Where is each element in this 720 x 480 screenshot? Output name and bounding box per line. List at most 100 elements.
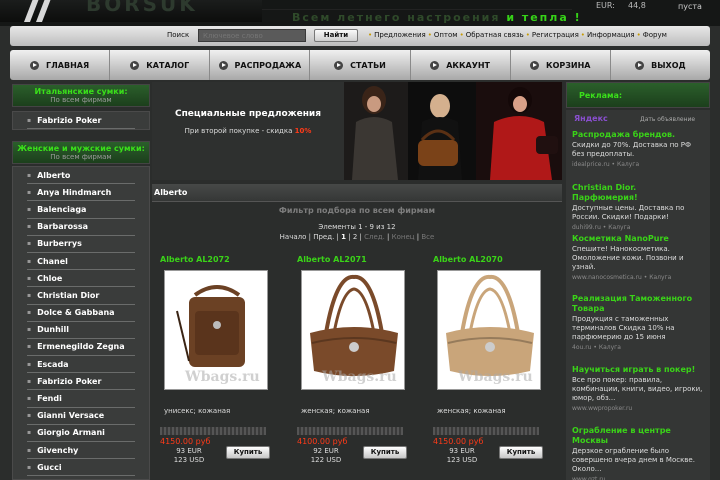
- ad-title[interactable]: Ограбление в центре Москвы: [572, 426, 704, 446]
- nav-arrow-icon: [218, 60, 228, 70]
- price-separator: [160, 427, 266, 435]
- ad-url[interactable]: duhi99.ru • Калуга: [572, 224, 704, 231]
- ad-url[interactable]: www.wwpropoker.ru: [572, 405, 704, 412]
- brand-label: Dunhill: [37, 325, 70, 335]
- brand-item[interactable]: ▪ Balenciaga: [27, 201, 135, 219]
- search-button[interactable]: Найти: [314, 29, 358, 42]
- ad-url[interactable]: idealprice.ru • Калуга: [572, 161, 704, 168]
- nav-arrow-icon: [30, 60, 40, 70]
- top-link[interactable]: Форум: [643, 31, 667, 39]
- ad-title[interactable]: Christian Dior. Парфюмерия!: [572, 183, 704, 203]
- product-name[interactable]: Alberto AL2072: [160, 255, 280, 264]
- ad-url[interactable]: www.gzt.ru: [572, 476, 704, 480]
- brand-label: Gucci: [37, 462, 62, 472]
- search-bar: Поиск Найти •Предложения•Оптом•Обратная …: [10, 26, 710, 46]
- search-input[interactable]: [198, 29, 306, 42]
- product-name[interactable]: Alberto AL2070: [433, 255, 553, 264]
- womens-bags-subtitle[interactable]: По всем фирмам: [13, 153, 149, 161]
- product-photo[interactable]: Wbags.ru: [437, 270, 541, 390]
- top-link[interactable]: Оптом: [434, 31, 458, 39]
- brand-label: Dolce & Gabbana: [37, 308, 115, 318]
- product-photo[interactable]: Wbags.ru: [164, 270, 268, 390]
- ad-title[interactable]: Научиться играть в покер!: [572, 365, 704, 375]
- ad-block[interactable]: Ограбление в центре Москвы Дерзкое ограбл…: [572, 426, 704, 480]
- watermark: Wbags.ru: [458, 369, 533, 385]
- ad-block[interactable]: Реализация Таможенного Товара Продукция с…: [572, 294, 704, 351]
- ad-title[interactable]: Косметика NanoPure: [572, 234, 704, 244]
- brand-item[interactable]: ▪ Barbarossa: [27, 219, 135, 236]
- pager-first[interactable]: Начало: [280, 233, 307, 241]
- price-rub: 4100.00 руб: [297, 437, 348, 446]
- nav-item[interactable]: СТАТЬИ: [310, 50, 411, 80]
- top-link[interactable]: Предложения: [374, 31, 426, 39]
- bullet-arrow-icon: ▪: [27, 291, 32, 299]
- brand-item[interactable]: ▪ Dunhill: [27, 322, 135, 339]
- pager-last[interactable]: Конец: [392, 233, 415, 241]
- brand-filter-link[interactable]: Фильтр подбора по всем фирмам: [152, 206, 562, 215]
- pager-all[interactable]: Все: [421, 233, 434, 241]
- ad-block[interactable]: Распродажа брендов. Скидки до 70%. Достав…: [572, 130, 704, 168]
- ad-url[interactable]: 4ou.ru • Калуга: [572, 344, 704, 351]
- brand-item[interactable]: ▪ Gucci: [27, 459, 135, 477]
- watermark: Wbags.ru: [322, 369, 397, 385]
- pager-page-1: 1: [341, 233, 346, 241]
- nav-item[interactable]: КАТАЛОГ: [110, 50, 211, 80]
- brand-item[interactable]: ▪ Givenchy: [27, 442, 135, 460]
- pager-page-2[interactable]: 2: [353, 233, 357, 241]
- brand-item[interactable]: ▪ Fabrizio Poker: [27, 373, 135, 391]
- price-eur: 92 EUR: [313, 447, 339, 455]
- ad-title[interactable]: Реализация Таможенного Товара: [572, 294, 704, 314]
- brand-item[interactable]: ▪ Gianni Versace: [27, 408, 135, 425]
- brand-item[interactable]: ▪ Chloe: [27, 270, 135, 288]
- nav-item[interactable]: КОРЗИНА: [511, 50, 611, 80]
- ad-url[interactable]: www.nanocosmetica.ru • Калуга: [572, 274, 704, 281]
- nav-item[interactable]: ВЫХОД: [611, 50, 710, 80]
- brand-item[interactable]: ▪ Christian Dior: [27, 287, 135, 305]
- banner-discount-text: При второй покупке - скидка: [184, 127, 293, 135]
- brand-label: Fabrizio Poker: [37, 115, 102, 125]
- ad-block[interactable]: Научиться играть в покер! Все про покер: …: [572, 365, 704, 412]
- ad-block[interactable]: Косметика NanoPure Спешите! Нанокосметика…: [572, 234, 704, 281]
- brand-item[interactable]: ▪ Alberto: [27, 167, 135, 185]
- bullet-arrow-icon: ▪: [27, 377, 32, 385]
- brand-item[interactable]: ▪ Chanel: [27, 253, 135, 271]
- special-offers-banner[interactable]: Специальные предложения При второй покуп…: [152, 82, 344, 180]
- bullet-arrow-icon: ▪: [27, 446, 32, 454]
- post-ad-link[interactable]: Дать объявление: [640, 116, 695, 123]
- product-photo[interactable]: Wbags.ru: [301, 270, 405, 390]
- top-link[interactable]: Регистрация: [532, 31, 579, 39]
- nav-arrow-icon: [635, 60, 645, 70]
- pager-next[interactable]: След.: [364, 233, 385, 241]
- banner-photo[interactable]: [344, 82, 562, 180]
- ad-body: Продукция с таможенных терминалов Скидка…: [572, 315, 675, 341]
- top-link[interactable]: Обратная связь: [466, 31, 524, 39]
- brand-item[interactable]: ▪ Burberrys: [27, 236, 135, 253]
- ad-title[interactable]: Распродажа брендов.: [572, 130, 704, 140]
- brand-item[interactable]: ▪ Giorgio Armani: [27, 425, 135, 442]
- product-name[interactable]: Alberto AL2071: [297, 255, 417, 264]
- brand-item[interactable]: ▪ Fabrizio Poker: [27, 112, 135, 130]
- nav-item[interactable]: ГЛАВНАЯ: [10, 50, 111, 80]
- yandex-direct-logo[interactable]: Яндекс: [574, 114, 608, 123]
- bullet-arrow-icon: ▪: [27, 171, 32, 179]
- brand-item[interactable]: ▪ Escada: [27, 356, 135, 374]
- pager-prev[interactable]: Пред.: [313, 233, 334, 241]
- brand-item[interactable]: ▪ Dolce & Gabbana: [27, 305, 135, 322]
- nav-arrow-icon: [430, 60, 440, 70]
- buy-button[interactable]: Купить: [226, 446, 270, 459]
- site-logo[interactable]: BORSUK: [0, 0, 262, 22]
- top-link[interactable]: Информация: [587, 31, 635, 39]
- banner-models-image: [344, 82, 562, 180]
- nav-item[interactable]: АККАУНТ: [411, 50, 511, 80]
- main-nav: ГЛАВНАЯ КАТАЛОГ РАСПРОДАЖА СТАТЬИ АККАУНТ КОР…: [10, 50, 710, 80]
- brand-item[interactable]: ▪ Fendi: [27, 390, 135, 408]
- buy-button[interactable]: Купить: [499, 446, 543, 459]
- brand-label: Chanel: [37, 256, 68, 266]
- nav-item[interactable]: РАСПРОДАЖА: [210, 50, 311, 80]
- brand-item[interactable]: ▪ Anya Hindmarch: [27, 184, 135, 202]
- buy-button[interactable]: Купить: [363, 446, 407, 459]
- ad-block[interactable]: Christian Dior. Парфюмерия! Доступные цен…: [572, 183, 704, 231]
- nav-label: ГЛАВНАЯ: [46, 60, 90, 70]
- brand-item[interactable]: ▪ Ermenegildo Zegna: [27, 339, 135, 357]
- italian-bags-subtitle[interactable]: По всем фирмам: [13, 96, 149, 104]
